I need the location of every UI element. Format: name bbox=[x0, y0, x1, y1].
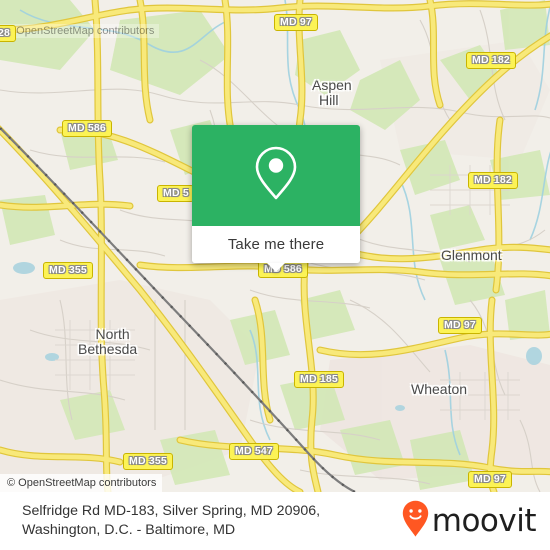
moovit-logo[interactable]: moovit bbox=[402, 500, 537, 543]
address-line-2: Washington, D.C. - Baltimore, MD bbox=[22, 522, 236, 538]
road-shield-md-355-south: MD 355 bbox=[123, 453, 173, 470]
road-shield-md-97-north: MD 97 bbox=[274, 14, 318, 31]
location-popup-card[interactable]: Take me there bbox=[192, 125, 360, 272]
place-label-line: Bethesda bbox=[78, 341, 138, 357]
place-label-line: North bbox=[95, 326, 130, 342]
place-label-wheaton: Wheaton bbox=[411, 381, 468, 397]
road-shield-md-5-partial: MD 5 bbox=[157, 185, 194, 202]
take-me-there-label[interactable]: Take me there bbox=[228, 236, 324, 253]
road-shield-28: 28 bbox=[0, 25, 17, 42]
card-pointer-tail bbox=[267, 263, 285, 272]
road-shield-md-355-north: MD 355 bbox=[43, 262, 93, 279]
place-label-north-bethesda: North Bethesda bbox=[78, 327, 137, 357]
place-label-line: Hill bbox=[319, 92, 339, 108]
card-pin-area bbox=[192, 125, 360, 226]
footer-bar: Selfridge Rd MD-183, Silver Spring, MD 2… bbox=[0, 492, 550, 550]
road-shield-md-97-south: MD 97 bbox=[468, 471, 512, 488]
road-shield-md-182-east: MD 182 bbox=[468, 172, 518, 189]
card-action-area[interactable]: Take me there bbox=[192, 226, 360, 272]
place-label-glenmont: Glenmont bbox=[441, 247, 502, 263]
map-pin-icon bbox=[253, 144, 299, 207]
road-shield-md-185: MD 185 bbox=[294, 371, 344, 388]
moovit-pin-smiley-icon bbox=[402, 500, 429, 543]
address-block: Selfridge Rd MD-183, Silver Spring, MD 2… bbox=[22, 502, 402, 540]
map-attribution[interactable]: © OpenStreetMap contributors bbox=[0, 474, 163, 492]
map-attribution-top[interactable]: © OpenStreetMap contributors bbox=[0, 24, 160, 38]
road-shield-md-182-north: MD 182 bbox=[466, 52, 516, 69]
map-screenshot: © OpenStreetMap contributors 28 MD 97 MD… bbox=[0, 0, 550, 550]
moovit-wordmark: moovit bbox=[431, 502, 537, 539]
place-label-line: Aspen bbox=[312, 77, 352, 93]
place-label-aspen-hill: Aspen Hill bbox=[312, 78, 352, 108]
address-line-1: Selfridge Rd MD-183, Silver Spring, MD 2… bbox=[22, 503, 321, 519]
road-shield-md-547: MD 547 bbox=[229, 443, 279, 460]
road-shield-md-586-west: MD 586 bbox=[62, 120, 112, 137]
road-shield-md-97-mid: MD 97 bbox=[438, 317, 482, 334]
